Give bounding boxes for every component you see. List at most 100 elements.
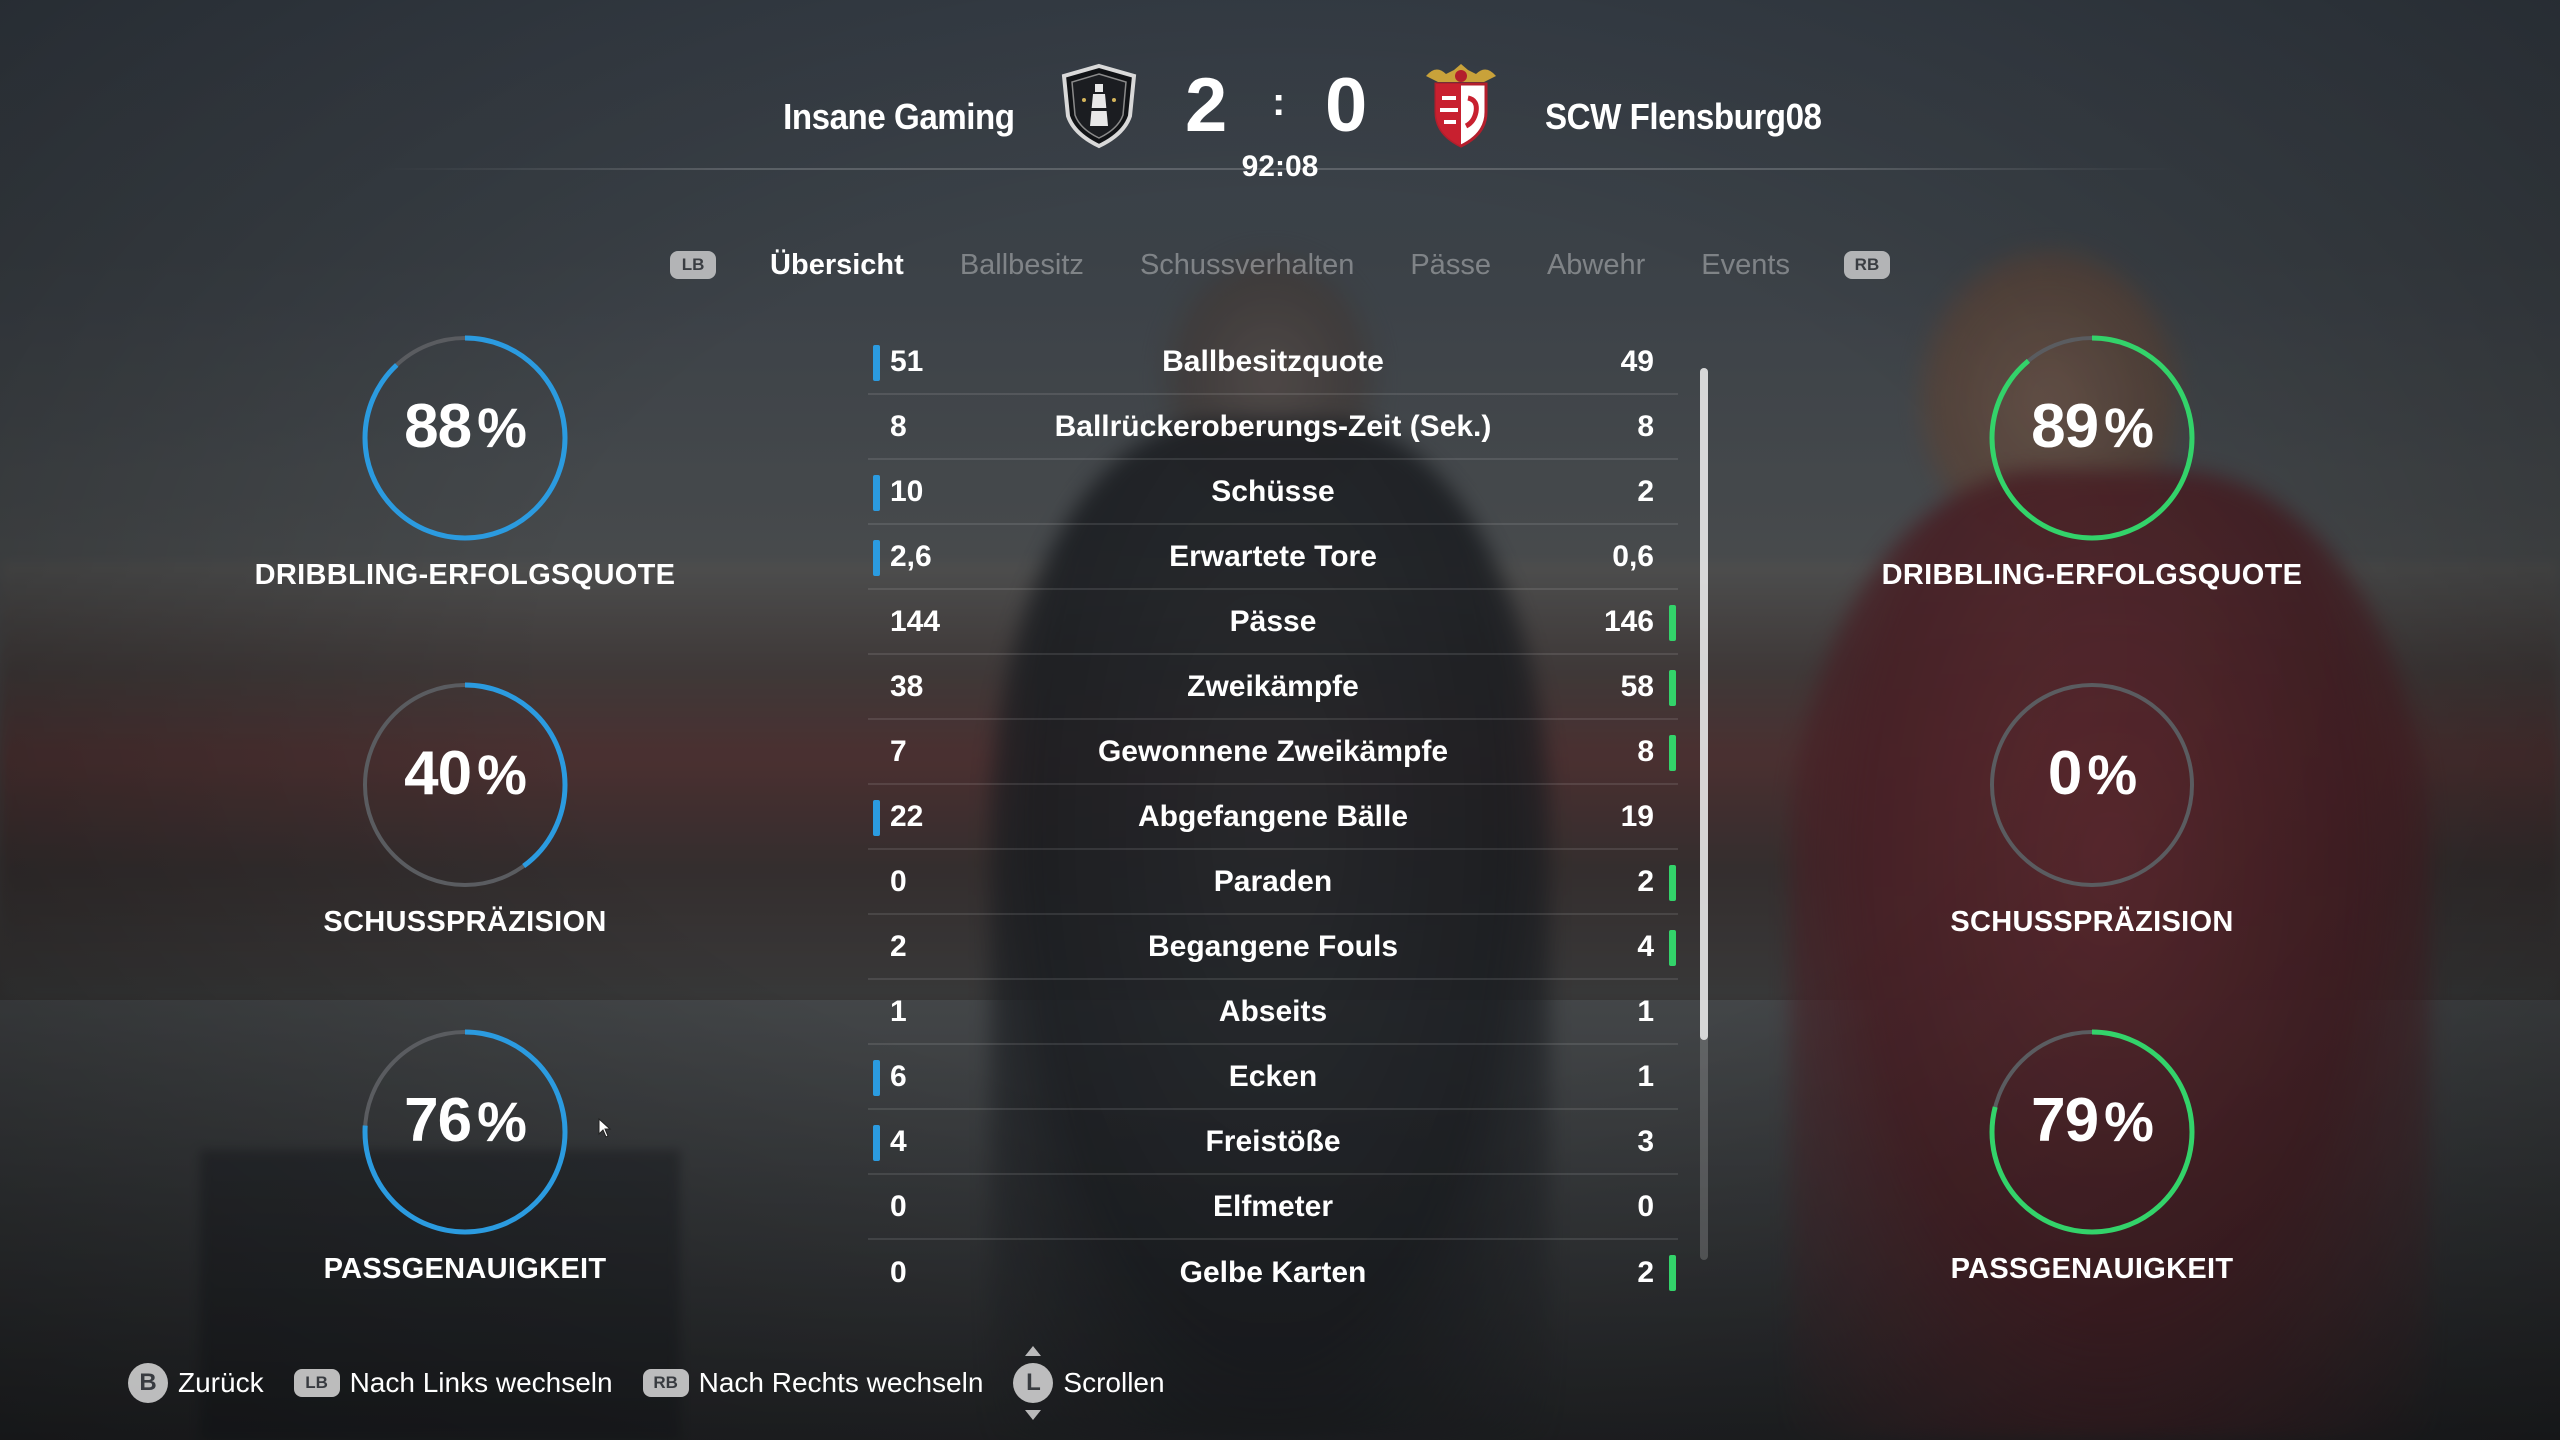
stat-row-ballbesitzquote: 51 Ballbesitzquote 49	[868, 330, 1678, 395]
stat-away-value: 3	[1637, 1124, 1654, 1158]
percent-sign: %	[2104, 1090, 2154, 1153]
stat-away-value: 1	[1637, 994, 1654, 1028]
stat-name: Zweikämpfe	[1187, 669, 1359, 703]
b-button-icon: B	[128, 1363, 168, 1403]
tab-schussverhalten[interactable]: Schussverhalten	[1112, 249, 1382, 282]
hint-switch-left-label: Nach Links wechseln	[349, 1367, 613, 1398]
stat-name: Ballrückeroberungs-Zeit (Sek.)	[1054, 409, 1492, 443]
stat-name: Abseits	[1218, 994, 1328, 1028]
stat-away-value: 0,6	[1612, 539, 1654, 573]
hint-back-label: Zurück	[178, 1367, 264, 1398]
gauge-value: 88%	[360, 391, 570, 462]
gauge-number: 40	[404, 739, 472, 808]
away-team-name: SCW Flensburg08	[1545, 96, 1822, 137]
gauge-value: 76%	[360, 1085, 570, 1156]
stat-row-gewonnene-zweikaempfe: 7 Gewonnene Zweikämpfe 8	[868, 720, 1678, 785]
stat-away-value: 146	[1603, 604, 1654, 638]
gauge-label: SCHUSSPRÄZISION	[323, 906, 607, 938]
stat-name: Ballbesitzquote	[1162, 344, 1384, 378]
stat-row-paraden: 0 Paraden 2	[868, 850, 1678, 915]
match-stats-table[interactable]: 51 Ballbesitzquote 49 8 Ballrückeroberungs-…	[868, 330, 1678, 1305]
gauge-label: SCHUSSPRÄZISION	[1950, 906, 2234, 938]
percent-sign: %	[477, 743, 527, 806]
stat-row-ballrueckeroberung: 8 Ballrückeroberungs-Zeit (Sek.) 8	[868, 395, 1678, 460]
stat-row-elfmeter: 0 Elfmeter 0	[868, 1175, 1678, 1240]
gauge-ring: 0%	[1987, 680, 2197, 890]
percent-sign: %	[2104, 396, 2154, 459]
gauge-value: 79%	[1987, 1085, 2197, 1156]
gauge-number: 76	[404, 1086, 472, 1155]
scoreboard: Insane Gaming 2 : 0 SCW Flensburg08 92:0…	[0, 40, 2560, 190]
gauge-number: 79	[2031, 1086, 2099, 1155]
stat-name: Ecken	[1228, 1059, 1318, 1093]
header-divider	[380, 168, 2180, 170]
stat-away-value: 2	[1637, 1255, 1654, 1289]
lb-shoulder-button-icon[interactable]: LB	[670, 251, 717, 279]
stat-row-freistoesse: 4 Freistöße 3	[868, 1110, 1678, 1175]
away-pass-accuracy-gauge: 79% PASSGENAUIGKEIT	[1862, 1027, 2322, 1286]
gauge-label: DRIBBLING-ERFOLGSQUOTE	[1881, 559, 2303, 591]
stat-name: Elfmeter	[1212, 1189, 1334, 1223]
gauge-ring: 88%	[360, 333, 570, 543]
stat-away-value: 8	[1637, 734, 1654, 768]
stats-scrollbar-thumb[interactable]	[1700, 368, 1708, 1040]
stat-away-value: 58	[1620, 669, 1654, 703]
percent-sign: %	[477, 396, 527, 459]
stat-row-zweikaempfe: 38 Zweikämpfe 58	[868, 655, 1678, 720]
insane-gaming-crest-icon	[1054, 60, 1144, 150]
stat-row-abgefangene-baelle: 22 Abgefangene Bälle 19	[868, 785, 1678, 850]
stat-row-erwartete-tore: 2,6 Erwartete Tore 0,6	[868, 525, 1678, 590]
tab-ballbesitz[interactable]: Ballbesitz	[932, 249, 1112, 282]
stat-name: Gelbe Karten	[1179, 1255, 1367, 1289]
stats-tab-bar: LB Übersicht Ballbesitz Schussverhalten …	[0, 240, 2560, 290]
away-score: 0	[1325, 63, 1368, 148]
left-stick-icon: L	[1013, 1346, 1054, 1420]
score-separator: :	[1272, 80, 1286, 124]
gauge-ring: 79%	[1987, 1027, 2197, 1237]
gauge-number: 89	[2031, 392, 2099, 461]
stat-name: Erwartete Tore	[1169, 539, 1377, 573]
home-pass-accuracy-gauge: 76% PASSGENAUIGKEIT	[235, 1027, 695, 1286]
rb-button-icon: RB	[642, 1369, 689, 1397]
stat-name: Pässe	[1229, 604, 1317, 638]
stat-name: Gewonnene Zweikämpfe	[1097, 734, 1449, 768]
stat-away-value: 2	[1637, 474, 1654, 508]
home-score: 2	[1185, 63, 1228, 148]
rb-shoulder-button-icon[interactable]: RB	[1843, 251, 1890, 279]
stat-name: Begangene Fouls	[1147, 929, 1399, 963]
away-shot-accuracy-gauge: 0% SCHUSSPRÄZISION	[1862, 680, 2322, 939]
stat-away-value: 1	[1637, 1059, 1654, 1093]
away-leader-bar	[1669, 1255, 1676, 1291]
stat-away-value: 8	[1637, 409, 1654, 443]
tab-paesse[interactable]: Pässe	[1382, 249, 1519, 282]
stat-name: Freistöße	[1205, 1124, 1341, 1158]
stick-down-arrow-icon	[1025, 1410, 1042, 1420]
stat-row-ecken: 6 Ecken 1	[868, 1045, 1678, 1110]
away-leader-bar	[1669, 735, 1676, 771]
home-team-name: Insane Gaming	[783, 96, 1016, 137]
tab-uebersicht[interactable]: Übersicht	[742, 249, 932, 282]
gauge-label: PASSGENAUIGKEIT	[323, 1253, 607, 1285]
tab-abwehr[interactable]: Abwehr	[1519, 249, 1673, 282]
percent-sign: %	[2087, 743, 2137, 806]
match-clock: 92:08	[1241, 150, 1319, 183]
away-leader-bar	[1669, 605, 1676, 641]
controller-hints: B Zurück LB Nach Links wechseln RB Nach …	[128, 1346, 1165, 1420]
tab-events[interactable]: Events	[1673, 249, 1818, 282]
hint-back[interactable]: B Zurück	[128, 1363, 264, 1403]
gauge-ring: 40%	[360, 680, 570, 890]
gauge-label: PASSGENAUIGKEIT	[1950, 1253, 2234, 1285]
stat-row-schuesse: 10 Schüsse 2	[868, 460, 1678, 525]
hint-switch-left[interactable]: LB Nach Links wechseln	[293, 1367, 613, 1399]
hint-scroll[interactable]: L Scrollen	[1013, 1346, 1165, 1420]
stat-away-value: 0	[1637, 1189, 1654, 1223]
stat-name: Abgefangene Bälle	[1137, 799, 1409, 833]
mouse-cursor-icon	[598, 1118, 612, 1138]
gauge-number: 0	[2047, 739, 2082, 808]
l-stick-button-icon: L	[1013, 1363, 1054, 1403]
gauge-label: DRIBBLING-ERFOLGSQUOTE	[254, 559, 676, 591]
hint-switch-right[interactable]: RB Nach Rechts wechseln	[642, 1367, 983, 1399]
stat-name: Schüsse	[1211, 474, 1335, 508]
away-leader-bar	[1669, 865, 1676, 901]
home-dribbling-gauge: 88% DRIBBLING-ERFOLGSQUOTE	[235, 333, 695, 592]
